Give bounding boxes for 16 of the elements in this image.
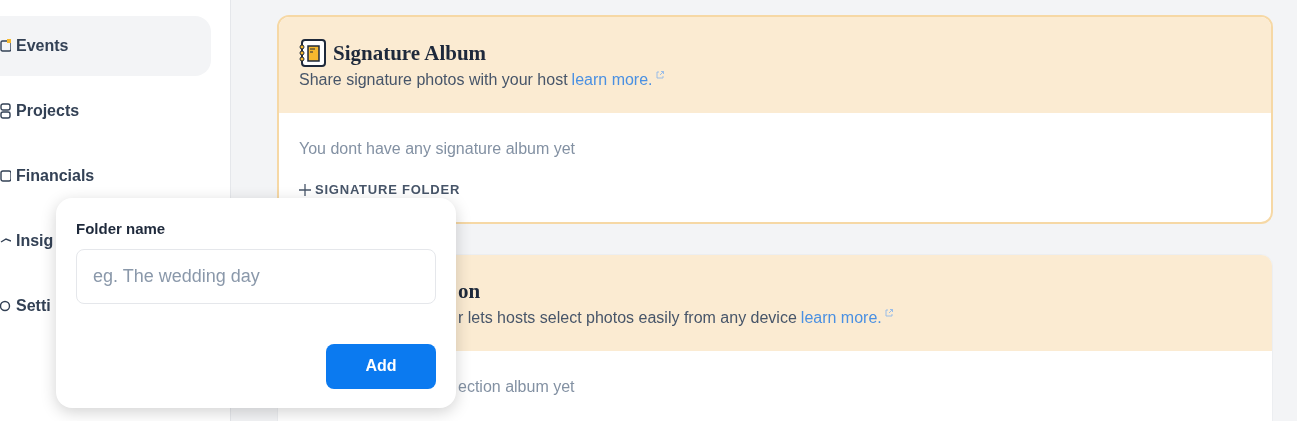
field-label: Folder name <box>76 219 167 239</box>
card-title: on <box>458 277 481 305</box>
card-description: Share signature photos with your host <box>299 70 568 90</box>
empty-message: ection album yet <box>458 376 576 397</box>
sidebar-item[interactable]: Events <box>0 16 211 76</box>
card-description: r lets hosts select photos easily from any device <box>458 307 797 328</box>
add-button[interactable]: Add <box>326 343 436 389</box>
add-folder-button[interactable]: SIGNATURE FOLDER <box>299 180 461 200</box>
external-link-icon <box>655 71 664 79</box>
album-icon <box>299 39 327 67</box>
empty-message: You dont have any signature album yet <box>299 139 577 159</box>
projects-icon <box>0 103 11 119</box>
external-link-icon <box>884 308 893 317</box>
folder-name-field[interactable]: eg. The wedding day <box>76 248 436 304</box>
card-title: Signature Album <box>333 40 487 67</box>
plus-icon <box>299 183 311 196</box>
